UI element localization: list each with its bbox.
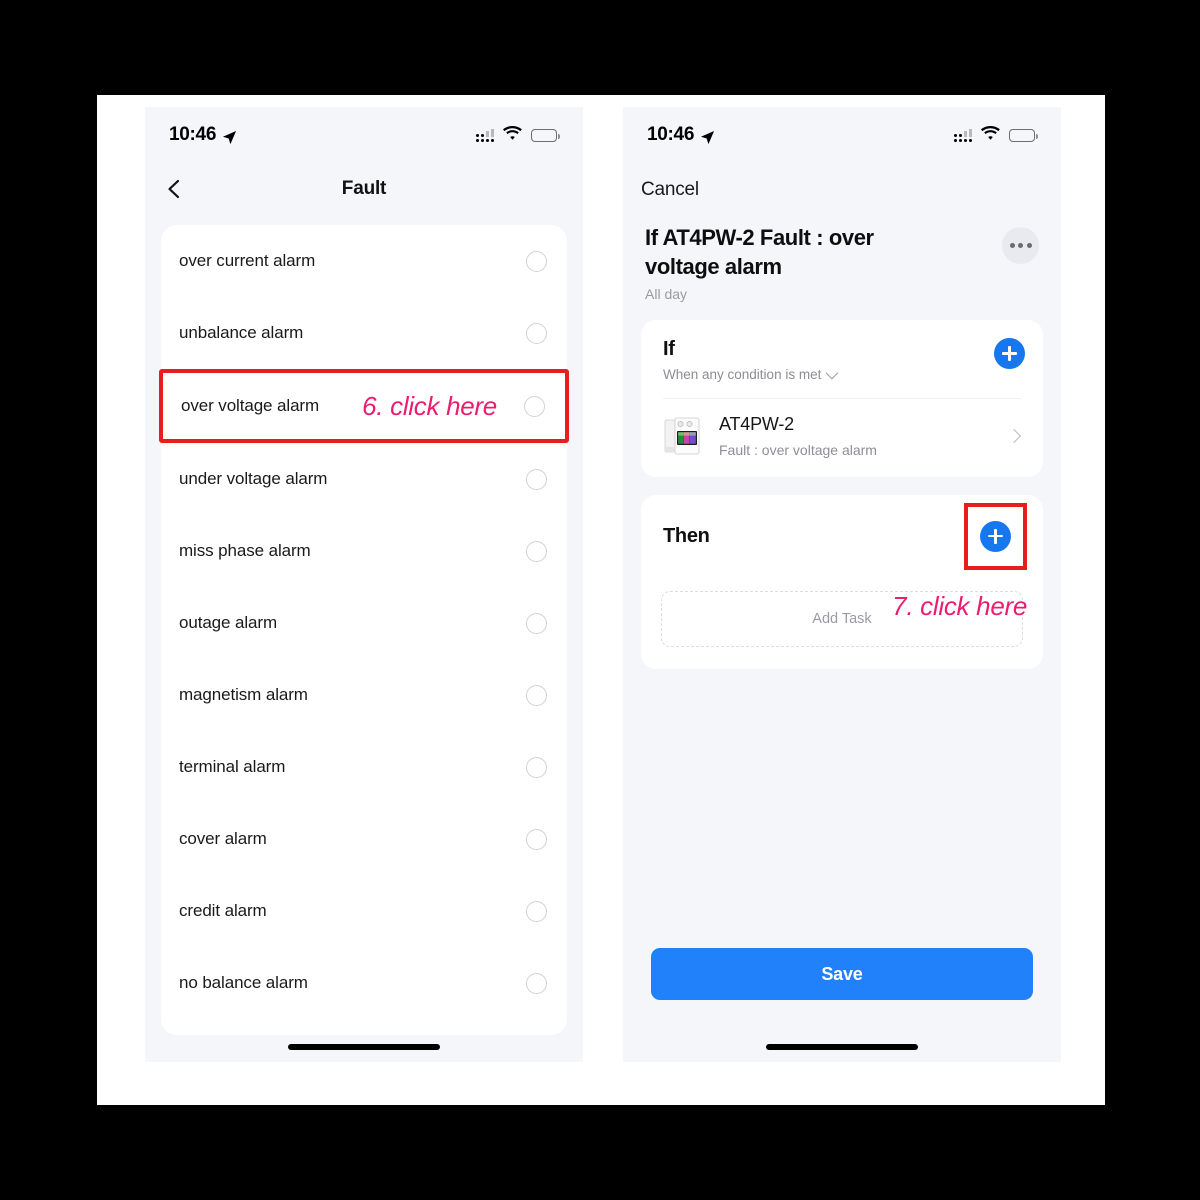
left-nav-bar: Fault	[145, 163, 583, 215]
list-item[interactable]: cover alarm	[161, 803, 567, 875]
left-status-bar: 10:46	[145, 107, 583, 163]
then-add-task-button[interactable]	[980, 520, 1011, 552]
if-card-head: If When any condition is met	[641, 338, 1043, 382]
wifi-icon	[503, 125, 522, 145]
radio-button[interactable]	[526, 756, 547, 778]
din-rail-meter-icon	[659, 413, 705, 459]
automation-title: If AT4PW-2 Fault : over voltage alarm	[645, 225, 874, 280]
radio-button[interactable]	[526, 900, 547, 922]
signal-dots-icon	[954, 128, 972, 142]
condition-device-row[interactable]: AT4PW-2 Fault : over voltage alarm	[641, 399, 1043, 463]
radio-button[interactable]	[526, 250, 547, 272]
radio-button[interactable]	[526, 540, 547, 562]
then-card-head: Then	[641, 502, 1043, 570]
ellipsis-icon[interactable]	[1002, 227, 1039, 264]
condition-device-name: AT4PW-2	[719, 414, 794, 435]
list-item[interactable]: no balance alarm	[161, 947, 567, 1019]
chevron-left-icon[interactable]	[163, 178, 185, 200]
list-item-label: miss phase alarm	[179, 541, 311, 560]
list-item-label: terminal alarm	[179, 757, 286, 776]
list-item-label: under voltage alarm	[179, 469, 328, 488]
if-add-condition-button[interactable]	[994, 338, 1025, 370]
list-item-label: credit alarm	[179, 901, 267, 920]
list-item-label: no balance alarm	[179, 973, 308, 992]
condition-device-description: Fault : over voltage alarm	[719, 442, 877, 459]
automation-header: If AT4PW-2 Fault : over voltage alarm Al…	[623, 217, 1061, 302]
automation-header-texts: If AT4PW-2 Fault : over voltage alarm Al…	[645, 223, 992, 302]
wifi-icon	[981, 125, 1000, 145]
list-item-over-voltage-alarm[interactable]: over voltage alarm 6. click here	[159, 369, 569, 443]
status-bar-time-group: 10:46	[169, 124, 237, 146]
battery-icon	[1009, 128, 1038, 142]
radio-button[interactable]	[526, 322, 547, 344]
right-status-bar-icons	[954, 125, 1038, 145]
condition-device-texts: AT4PW-2 Fault : over voltage alarm	[719, 414, 995, 458]
chevron-right-icon	[1006, 428, 1022, 444]
if-heading: If	[663, 338, 675, 361]
save-button-label: Save	[821, 963, 863, 984]
list-item-label: outage alarm	[179, 613, 278, 632]
fault-list-card: over current alarm unbalance alarm over …	[159, 225, 569, 1035]
list-item-label: over voltage alarm	[181, 396, 320, 415]
condition-mode-label: When any condition is met	[663, 367, 822, 383]
radio-button[interactable]	[526, 612, 547, 634]
if-card-head-texts: If When any condition is met	[663, 338, 839, 383]
home-indicator	[288, 1044, 440, 1050]
status-bar-time-group: 10:46	[647, 124, 715, 146]
annotation-step-7: 7. click here	[892, 591, 1027, 622]
page-title: Fault	[341, 178, 387, 199]
list-item[interactable]: over current alarm	[161, 225, 567, 297]
list-item-label: magnetism alarm	[179, 685, 308, 704]
radio-button[interactable]	[526, 972, 547, 994]
home-indicator	[766, 1044, 918, 1050]
right-status-bar: 10:46	[623, 107, 1061, 163]
annotation-step-6: 6. click here	[362, 390, 497, 421]
list-item-label: unbalance alarm	[179, 323, 304, 342]
then-card: Then 7. click here Add Task	[641, 495, 1043, 670]
then-heading: Then	[663, 524, 710, 547]
if-card: If When any condition is met AT4PW-2 Fau…	[641, 320, 1043, 478]
radio-button[interactable]	[526, 684, 547, 706]
list-item[interactable]: credit alarm	[161, 875, 567, 947]
status-bar-time: 10:46	[169, 124, 217, 145]
list-item-label: cover alarm	[179, 829, 267, 848]
right-nav-bar: Cancel	[623, 163, 1061, 217]
radio-button[interactable]	[526, 828, 547, 850]
cancel-button[interactable]: Cancel	[641, 179, 699, 201]
list-item-label: over current alarm	[179, 251, 316, 270]
left-phone-screen: 10:46 Fault over current alarm unbalance…	[145, 107, 583, 1062]
radio-button[interactable]	[524, 395, 545, 417]
then-add-highlight-box	[964, 502, 1027, 570]
signal-dots-icon	[476, 128, 494, 142]
save-button[interactable]: Save	[651, 948, 1033, 1000]
radio-button[interactable]	[526, 468, 547, 490]
screenshot-canvas: 10:46 Fault over current alarm unbalance…	[97, 95, 1105, 1105]
condition-mode-select[interactable]: When any condition is met	[663, 366, 839, 383]
list-item[interactable]: outage alarm	[161, 587, 567, 659]
location-arrow-icon	[700, 129, 715, 144]
chevron-down-icon	[825, 366, 839, 380]
automation-subtitle: All day	[645, 286, 688, 303]
list-item[interactable]: magnetism alarm	[161, 659, 567, 731]
list-item[interactable]: under voltage alarm	[161, 443, 567, 515]
add-task-label: Add Task	[812, 611, 872, 628]
list-item[interactable]: unbalance alarm	[161, 297, 567, 369]
list-item[interactable]: miss phase alarm	[161, 515, 567, 587]
status-bar-time: 10:46	[647, 124, 695, 145]
right-phone-screen: 10:46 Cancel If AT4PW-2 Fault: over vol…	[623, 107, 1061, 1062]
battery-icon	[531, 128, 560, 142]
list-item[interactable]: terminal alarm	[161, 731, 567, 803]
left-status-bar-icons	[476, 125, 560, 145]
location-arrow-icon	[222, 129, 237, 144]
